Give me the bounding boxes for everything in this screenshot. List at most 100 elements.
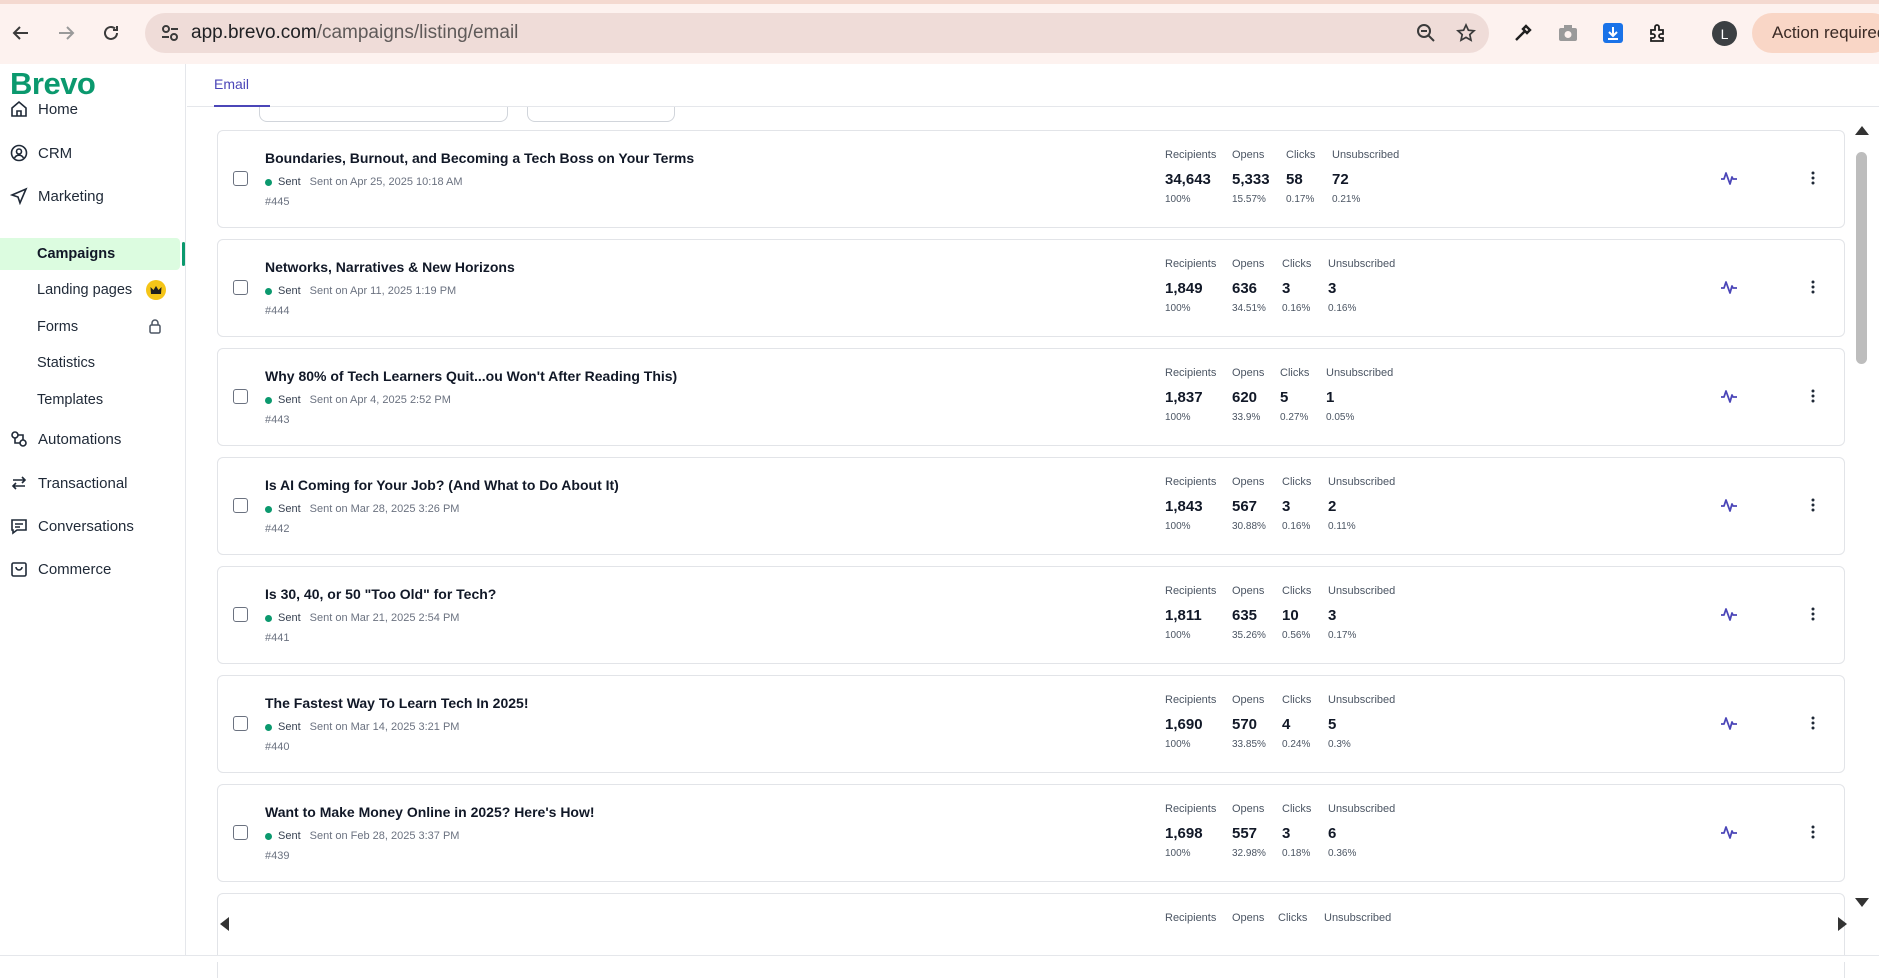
- sidebar-item-crm[interactable]: CRM: [0, 136, 186, 170]
- stat-percent: 0.3%: [1328, 739, 1351, 750]
- more-options-icon[interactable]: [1806, 496, 1820, 514]
- campaign-title[interactable]: Networks, Narratives & New Horizons: [265, 259, 515, 275]
- stat-value: 5: [1280, 389, 1289, 406]
- profile-avatar[interactable]: L: [1712, 21, 1737, 46]
- scroll-right-arrow[interactable]: [1838, 917, 1847, 931]
- bookmark-star-icon[interactable]: [1449, 16, 1483, 50]
- address-bar[interactable]: app.brevo.com/campaigns/listing/email: [145, 13, 1489, 53]
- stat-label: Recipients: [1165, 694, 1217, 706]
- forward-icon[interactable]: [51, 18, 81, 48]
- sidebar-label: Conversations: [38, 517, 134, 535]
- status-badge: Sent: [278, 176, 301, 188]
- stat-value: 6: [1328, 825, 1337, 842]
- action-required-button[interactable]: Action required: [1752, 13, 1879, 53]
- campaign-card[interactable]: Networks, Narratives & New Horizons Sent…: [217, 239, 1845, 337]
- sidebar-subitem-campaigns[interactable]: Campaigns: [0, 238, 180, 270]
- sidebar-item-home[interactable]: Home: [0, 92, 186, 126]
- eyedropper-icon[interactable]: [1507, 17, 1539, 49]
- activity-icon[interactable]: [1720, 823, 1738, 841]
- sidebar-label: Transactional: [38, 474, 128, 492]
- stat-percent: 15.57%: [1232, 194, 1266, 205]
- tab-email[interactable]: Email: [214, 76, 249, 92]
- back-icon[interactable]: [6, 18, 36, 48]
- horizontal-scrollbar[interactable]: [217, 921, 1853, 935]
- campaign-id: #440: [265, 741, 290, 753]
- campaign-checkbox[interactable]: [233, 389, 248, 404]
- filter-dropdown[interactable]: [527, 107, 675, 122]
- stat-value: 1,698: [1165, 825, 1203, 842]
- activity-icon[interactable]: [1720, 387, 1738, 405]
- sidebar-item-transactional[interactable]: Transactional: [0, 466, 186, 500]
- campaign-title[interactable]: Is AI Coming for Your Job? (And What to …: [265, 477, 619, 493]
- campaign-card[interactable]: Recipients Opens Clicks Unsubscribed: [217, 893, 1845, 978]
- campaign-title[interactable]: Boundaries, Burnout, and Becoming a Tech…: [265, 150, 694, 166]
- stat-recipients: Recipients 1,811 100%: [1165, 585, 1216, 641]
- campaign-title[interactable]: Why 80% of Tech Learners Quit...ou Won't…: [265, 368, 677, 384]
- scroll-left-arrow[interactable]: [220, 917, 229, 931]
- more-options-icon[interactable]: [1806, 605, 1820, 623]
- tab-bar: Email: [187, 64, 1879, 107]
- stat-label: Unsubscribed: [1328, 258, 1396, 270]
- campaign-checkbox[interactable]: [233, 607, 248, 622]
- campaign-status: Sent Sent on Mar 28, 2025 3:26 PM: [265, 503, 459, 515]
- campaign-checkbox[interactable]: [233, 716, 248, 731]
- stat-recipients: Recipients 34,643 100%: [1165, 149, 1216, 205]
- campaign-checkbox[interactable]: [233, 171, 248, 186]
- campaign-checkbox[interactable]: [233, 280, 248, 295]
- activity-icon[interactable]: [1720, 169, 1738, 187]
- more-options-icon[interactable]: [1806, 169, 1820, 187]
- campaign-card[interactable]: The Fastest Way To Learn Tech In 2025! S…: [217, 675, 1845, 773]
- sidebar-subitem-statistics[interactable]: Statistics: [0, 347, 180, 379]
- campaign-checkbox[interactable]: [233, 498, 248, 513]
- stat-value: 5,333: [1232, 171, 1270, 188]
- sidebar-label: Home: [38, 100, 79, 118]
- sidebar-item-marketing[interactable]: Marketing: [0, 179, 186, 213]
- zoom-icon[interactable]: [1409, 16, 1443, 50]
- site-settings-icon[interactable]: [155, 18, 185, 48]
- stat-unsubscribed: Unsubscribed 1 0.05%: [1326, 367, 1393, 423]
- activity-icon[interactable]: [1720, 714, 1738, 732]
- campaign-title[interactable]: Is 30, 40, or 50 "Too Old" for Tech?: [265, 586, 496, 602]
- campaign-status: Sent Sent on Apr 4, 2025 2:52 PM: [265, 394, 451, 406]
- stat-label: Recipients: [1165, 367, 1217, 379]
- stat-value: 2: [1328, 498, 1337, 515]
- sidebar-item-conversations[interactable]: Conversations: [0, 509, 186, 543]
- scrollbar-thumb[interactable]: [1856, 152, 1867, 364]
- sidebar-subitem-templates[interactable]: Templates: [0, 384, 180, 416]
- more-options-icon[interactable]: [1806, 823, 1820, 841]
- activity-icon[interactable]: [1720, 605, 1738, 623]
- stat-percent: 0.16%: [1282, 521, 1311, 532]
- campaign-card[interactable]: Want to Make Money Online in 2025? Here'…: [217, 784, 1845, 882]
- more-options-icon[interactable]: [1806, 714, 1820, 732]
- campaign-card[interactable]: Why 80% of Tech Learners Quit...ou Won't…: [217, 348, 1845, 446]
- stat-label: Opens: [1232, 803, 1265, 815]
- stat-value: 620: [1232, 389, 1258, 406]
- campaign-card[interactable]: Is AI Coming for Your Job? (And What to …: [217, 457, 1845, 555]
- activity-icon[interactable]: [1720, 278, 1738, 296]
- camera-icon[interactable]: [1552, 17, 1584, 49]
- sidebar-item-automations[interactable]: Automations: [0, 422, 186, 456]
- reload-icon[interactable]: [96, 18, 126, 48]
- filter-dropdown[interactable]: [259, 107, 508, 122]
- activity-icon[interactable]: [1720, 496, 1738, 514]
- scroll-down-arrow[interactable]: [1855, 898, 1869, 907]
- stat-percent: 34.51%: [1232, 303, 1266, 314]
- stat-percent: 0.11%: [1328, 521, 1356, 532]
- main-content: Email Boundaries, Burnout, and Becoming …: [187, 64, 1879, 978]
- download-icon[interactable]: [1597, 17, 1629, 49]
- stat-label: Clicks: [1280, 367, 1310, 379]
- more-options-icon[interactable]: [1806, 387, 1820, 405]
- campaign-title[interactable]: The Fastest Way To Learn Tech In 2025!: [265, 695, 528, 711]
- stat-clicks: Clicks 58 0.17%: [1286, 149, 1315, 205]
- sidebar-item-commerce[interactable]: Commerce: [0, 552, 186, 586]
- campaign-card[interactable]: Is 30, 40, or 50 "Too Old" for Tech? Sen…: [217, 566, 1845, 664]
- stat-percent: 100%: [1165, 412, 1191, 423]
- more-options-icon[interactable]: [1806, 278, 1820, 296]
- campaign-id: #441: [265, 632, 290, 644]
- campaign-checkbox[interactable]: [233, 825, 248, 840]
- scroll-up-arrow[interactable]: [1855, 126, 1869, 135]
- campaign-card[interactable]: Boundaries, Burnout, and Becoming a Tech…: [217, 130, 1845, 228]
- extensions-icon[interactable]: [1642, 17, 1674, 49]
- campaign-list: Boundaries, Burnout, and Becoming a Tech…: [217, 130, 1847, 978]
- campaign-title[interactable]: Want to Make Money Online in 2025? Here'…: [265, 804, 595, 820]
